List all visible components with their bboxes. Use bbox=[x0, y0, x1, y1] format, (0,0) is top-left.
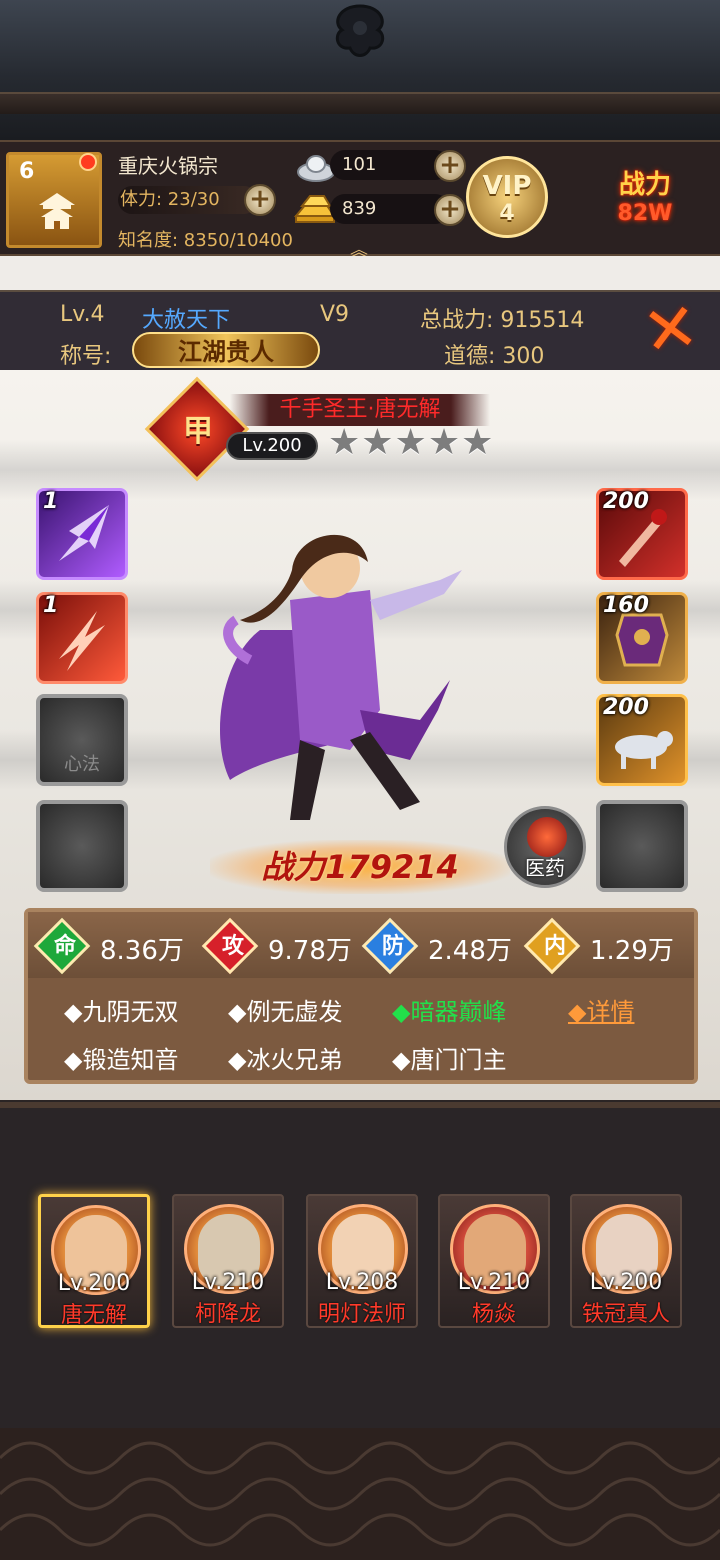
fame-display: 知名度: 8350/10400 bbox=[118, 230, 293, 251]
slot-count: 160 bbox=[603, 593, 649, 618]
vip-label: VIP bbox=[482, 171, 532, 201]
player-status-bar: 6 重庆火锅宗 体力: 23/30 + 知名度: 8350/10400 101 … bbox=[0, 140, 720, 261]
stat-value: 1.29万 bbox=[590, 936, 674, 966]
game-screen: 6 重庆火锅宗 体力: 23/30 + 知名度: 8350/10400 101 … bbox=[0, 0, 720, 1560]
hero-roster-area: Lv.200 唐无解 Lv.210 柯降龙 Lv.208 明灯法师 Lv.210… bbox=[0, 1102, 720, 1428]
gold-amount: 839 bbox=[330, 194, 450, 224]
roof-decoration bbox=[0, 0, 720, 140]
medicine-label: 医药 bbox=[525, 856, 565, 880]
stat-gem-text: 命 bbox=[53, 934, 76, 959]
wave-pattern-footer bbox=[0, 1428, 720, 1560]
hero-card-selected[interactable]: Lv.200 唐无解 bbox=[38, 1194, 150, 1328]
empty-slot-left[interactable] bbox=[36, 800, 128, 892]
silver-amount: 101 bbox=[330, 150, 450, 180]
hero-card-name: 铁冠真人 bbox=[581, 1302, 670, 1327]
skill-slot-fire[interactable]: 1 bbox=[36, 592, 128, 684]
mount-slot[interactable]: 200 bbox=[596, 694, 688, 786]
player-avatar[interactable]: 6 bbox=[6, 152, 102, 248]
hero-combat-power: 战力179214 bbox=[210, 840, 510, 894]
details-link[interactable]: ◆详情 bbox=[568, 992, 634, 1027]
add-silver-button[interactable]: + bbox=[434, 150, 466, 182]
slot-count: 200 bbox=[603, 695, 649, 720]
empty-slot-right[interactable] bbox=[596, 800, 688, 892]
hero-info-strip: Lv.4 大赦天下 V9 总战力: 915514 称号: 江湖贵人 道德: 30… bbox=[0, 288, 720, 372]
vip-level: 4 bbox=[499, 201, 515, 226]
hero-card-name: 柯降龙 bbox=[194, 1302, 261, 1327]
vip-tier: V9 bbox=[320, 302, 350, 327]
skill-item-active[interactable]: ◆暗器巅峰 bbox=[392, 992, 506, 1027]
stat-value: 2.48万 bbox=[428, 936, 512, 966]
slot-count: 200 bbox=[603, 489, 649, 514]
hero-stars: ★★★★★ bbox=[328, 422, 495, 463]
hero-card-name: 唐无解 bbox=[60, 1303, 127, 1328]
hero-card[interactable]: Lv.200 铁冠真人 bbox=[570, 1194, 682, 1328]
hero-card-level: Lv.210 bbox=[191, 1270, 265, 1295]
skill-item[interactable]: ◆冰火兄弟 bbox=[228, 1040, 342, 1075]
hero-card[interactable]: Lv.210 杨焱 bbox=[438, 1194, 550, 1328]
sect-hall-icon bbox=[39, 193, 75, 229]
hero-card-name: 明灯法师 bbox=[317, 1302, 406, 1327]
skill-item[interactable]: ◆九阴无双 bbox=[64, 992, 178, 1027]
stats-panel: 命 8.36万 攻 9.78万 防 2.48万 内 1.29万 ◆九阴无双 ◆例… bbox=[24, 908, 698, 1084]
add-stamina-button[interactable]: + bbox=[244, 184, 276, 216]
stat-value: 9.78万 bbox=[268, 936, 352, 966]
stamina-display: 体力: 23/30 bbox=[118, 186, 258, 214]
hero-card-level: Lv.200 bbox=[57, 1271, 131, 1296]
guild-name[interactable]: 大赦天下 bbox=[142, 302, 230, 334]
hero-roster: Lv.200 唐无解 Lv.210 柯降龙 Lv.208 明灯法师 Lv.210… bbox=[38, 1194, 688, 1330]
skill-item[interactable]: ◆唐门门主 bbox=[392, 1040, 506, 1075]
weapon-slot[interactable]: 200 bbox=[596, 488, 688, 580]
player-lv: Lv.4 bbox=[60, 302, 105, 327]
hero-portrait[interactable] bbox=[200, 510, 480, 840]
slot-count: 1 bbox=[43, 593, 59, 618]
rank-badge-text: 甲 bbox=[183, 414, 213, 449]
stat-value: 8.36万 bbox=[100, 936, 184, 966]
hero-card-level: Lv.200 bbox=[589, 1270, 663, 1295]
player-level: 6 bbox=[19, 159, 35, 184]
hero-level: Lv.200 bbox=[226, 432, 318, 460]
title-badge[interactable]: 江湖贵人 bbox=[132, 332, 320, 368]
morality: 道德: 300 bbox=[444, 344, 545, 369]
stat-gem-text: 内 bbox=[543, 934, 566, 959]
title-label: 称号: bbox=[60, 344, 112, 369]
slot-label: 心法 bbox=[64, 754, 100, 775]
divider-band bbox=[0, 256, 720, 290]
player-name: 重庆火锅宗 bbox=[118, 154, 218, 178]
total-power: 总战力: 915514 bbox=[420, 308, 585, 333]
hero-card[interactable]: Lv.210 柯降龙 bbox=[172, 1194, 284, 1328]
power-rank-button[interactable]: 战力 82W bbox=[580, 164, 710, 234]
medicine-icon bbox=[527, 817, 567, 857]
skill-item[interactable]: ◆例无虚发 bbox=[228, 992, 342, 1027]
cloud-ornament-icon bbox=[335, 4, 385, 57]
notification-dot-icon bbox=[79, 153, 97, 171]
skill-slot-dart[interactable]: 1 bbox=[36, 488, 128, 580]
hero-card-name: 杨焱 bbox=[471, 1302, 516, 1327]
power-value: 82W bbox=[617, 201, 673, 226]
roof-beam bbox=[0, 92, 720, 114]
medicine-button[interactable]: 医药 bbox=[504, 806, 586, 888]
slot-count: 1 bbox=[43, 489, 59, 514]
armor-slot[interactable]: 160 bbox=[596, 592, 688, 684]
hero-card-level: Lv.210 bbox=[457, 1270, 531, 1295]
close-icon[interactable]: ✕ bbox=[632, 288, 710, 372]
skill-item[interactable]: ◆锻造知音 bbox=[64, 1040, 178, 1075]
hero-card-level: Lv.208 bbox=[325, 1270, 399, 1295]
hero-card[interactable]: Lv.208 明灯法师 bbox=[306, 1194, 418, 1328]
add-gold-button[interactable]: + bbox=[434, 194, 466, 226]
power-label: 战力 bbox=[618, 170, 671, 200]
mind-method-slot[interactable]: 心法 bbox=[36, 694, 128, 786]
stat-gem-text: 防 bbox=[381, 934, 404, 959]
vip-button[interactable]: VIP 4 bbox=[466, 156, 548, 238]
stat-gem-text: 攻 bbox=[221, 934, 244, 959]
